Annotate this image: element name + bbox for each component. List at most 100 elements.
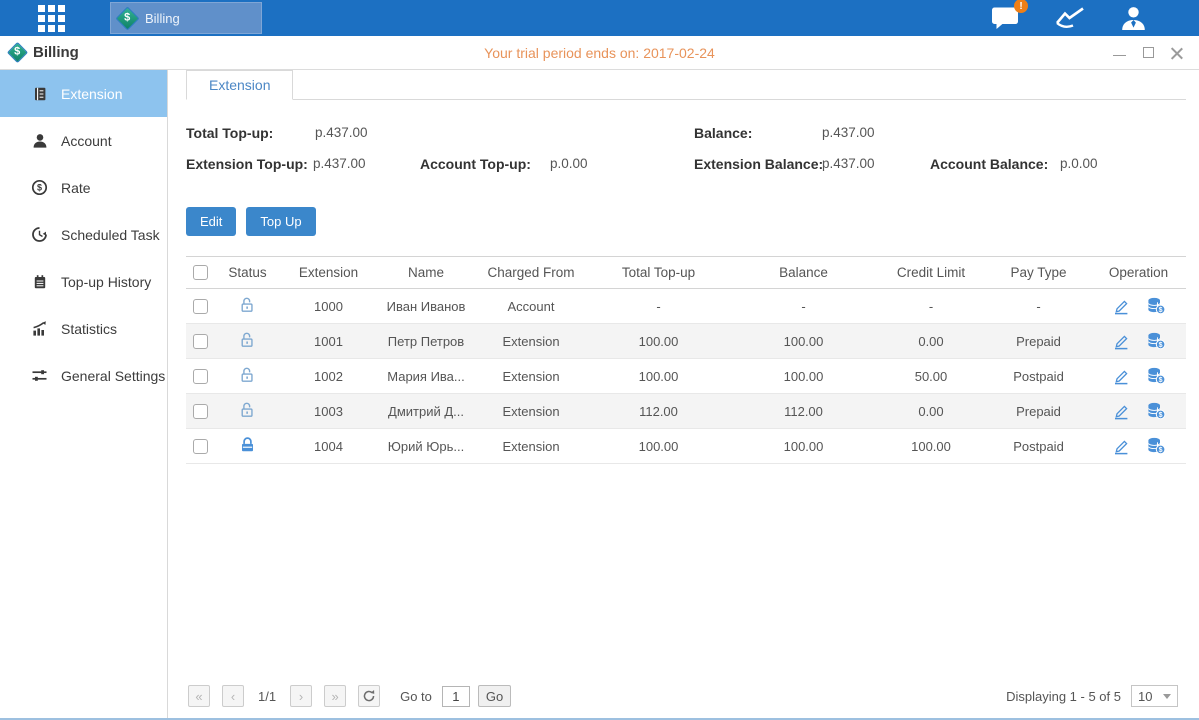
window-titlebar: $ Billing Your trial period ends on: 201… bbox=[0, 36, 1199, 70]
next-page-button[interactable]: › bbox=[290, 685, 312, 707]
desktop-topbar: $ Billing ! bbox=[0, 0, 1199, 36]
topup-extension-button[interactable]: $ bbox=[1146, 437, 1166, 455]
person-icon bbox=[1120, 5, 1147, 31]
extension-balance-value: p.437.00 bbox=[822, 156, 875, 171]
pay-type-cell: - bbox=[986, 289, 1091, 324]
resource-monitor-button[interactable] bbox=[1054, 5, 1086, 31]
edit-button[interactable]: Edit bbox=[186, 207, 236, 236]
extension-topup-label: Extension Top-up: bbox=[186, 156, 308, 172]
row-checkbox[interactable] bbox=[193, 299, 208, 314]
billing-window: $ Billing ! bbox=[0, 0, 1199, 720]
row-checkbox[interactable] bbox=[193, 369, 208, 384]
prev-page-button[interactable]: ‹ bbox=[222, 685, 244, 707]
sidebar-item-general-settings[interactable]: General Settings bbox=[0, 352, 167, 399]
lock-open-icon bbox=[239, 401, 256, 419]
row-checkbox[interactable] bbox=[193, 439, 208, 454]
table-row: 1001Петр ПетровExtension100.00100.000.00… bbox=[186, 324, 1186, 359]
sidebar-item-top-up-history[interactable]: Top-up History bbox=[0, 258, 167, 305]
name-cell: Дмитрий Д... bbox=[376, 394, 476, 429]
table-row: 1002Мария Ива...Extension100.00100.0050.… bbox=[186, 359, 1186, 394]
account-topup-value: p.0.00 bbox=[550, 156, 588, 171]
select-all-checkbox[interactable] bbox=[193, 265, 208, 280]
sidebar-item-extension[interactable]: Extension bbox=[0, 70, 167, 117]
sidebar: Extension Account $ Rate Scheduled Task Top-u… bbox=[0, 70, 168, 718]
tab-extension[interactable]: Extension bbox=[186, 70, 293, 100]
column-header-name: Name bbox=[376, 257, 476, 289]
history-icon bbox=[31, 226, 48, 243]
pay-type-cell: Prepaid bbox=[986, 394, 1091, 429]
person-icon bbox=[31, 132, 48, 149]
row-checkbox[interactable] bbox=[193, 334, 208, 349]
credit-limit-cell: 100.00 bbox=[876, 429, 986, 464]
name-cell: Юрий Юрь... bbox=[376, 429, 476, 464]
topup-extension-button[interactable]: $ bbox=[1146, 367, 1166, 385]
sidebar-item-statistics[interactable]: Statistics bbox=[0, 305, 167, 352]
balance-cell: 100.00 bbox=[731, 359, 876, 394]
chevron-down-icon bbox=[1163, 694, 1171, 699]
goto-page-input[interactable] bbox=[442, 686, 470, 707]
name-cell: Петр Петров bbox=[376, 324, 476, 359]
maximize-button[interactable] bbox=[1143, 47, 1154, 58]
edit-extension-button[interactable] bbox=[1112, 298, 1130, 315]
edit-extension-button[interactable] bbox=[1112, 438, 1130, 455]
edit-extension-button[interactable] bbox=[1112, 333, 1130, 350]
goto-label: Go to bbox=[400, 689, 432, 704]
page-indicator: 1/1 bbox=[258, 689, 276, 704]
topup-extension-button[interactable]: $ bbox=[1146, 297, 1166, 315]
extensions-table: StatusExtensionNameCharged FromTotal Top… bbox=[186, 256, 1186, 464]
sidebar-item-label: Extension bbox=[61, 86, 122, 102]
table-row: 1004Юрий Юрь...Extension100.00100.00100.… bbox=[186, 429, 1186, 464]
go-button[interactable]: Go bbox=[478, 685, 511, 707]
top-up-button[interactable]: Top Up bbox=[246, 207, 315, 236]
row-checkbox[interactable] bbox=[193, 404, 208, 419]
displaying-text: Displaying 1 - 5 of 5 bbox=[1006, 689, 1121, 704]
extension-cell: 1001 bbox=[281, 324, 376, 359]
sidebar-item-label: Account bbox=[61, 133, 112, 149]
table-row: 1003Дмитрий Д...Extension112.00112.000.0… bbox=[186, 394, 1186, 429]
minimize-button[interactable] bbox=[1113, 55, 1126, 56]
sidebar-item-label: Statistics bbox=[61, 321, 117, 337]
account-topup-label: Account Top-up: bbox=[420, 156, 531, 172]
last-page-button[interactable]: » bbox=[324, 685, 346, 707]
edit-extension-button[interactable] bbox=[1112, 403, 1130, 420]
line-chart-icon bbox=[1054, 5, 1086, 31]
pay-type-cell: Postpaid bbox=[986, 429, 1091, 464]
topup-extension-button[interactable]: $ bbox=[1146, 332, 1166, 350]
sidebar-item-label: Rate bbox=[61, 180, 91, 196]
extension-topup-value: p.437.00 bbox=[313, 156, 366, 171]
first-page-button[interactable]: « bbox=[188, 685, 210, 707]
close-button[interactable] bbox=[1171, 47, 1183, 59]
pay-type-cell: Postpaid bbox=[986, 359, 1091, 394]
charged-from-cell: Account bbox=[476, 289, 586, 324]
notifications-button[interactable]: ! bbox=[991, 6, 1020, 30]
edit-extension-button[interactable] bbox=[1112, 368, 1130, 385]
charged-from-cell: Extension bbox=[476, 394, 586, 429]
topup-extension-button[interactable]: $ bbox=[1146, 402, 1166, 420]
page-size-select[interactable]: 10 bbox=[1131, 685, 1178, 707]
credit-limit-cell: 0.00 bbox=[876, 394, 986, 429]
refresh-button[interactable] bbox=[358, 685, 380, 707]
sidebar-item-label: Top-up History bbox=[61, 274, 151, 290]
rate-icon: $ bbox=[31, 179, 48, 196]
column-header-status: Status bbox=[214, 257, 281, 289]
sidebar-item-rate[interactable]: $ Rate bbox=[0, 164, 167, 211]
table-header-row: StatusExtensionNameCharged FromTotal Top… bbox=[186, 257, 1186, 289]
billing-app-icon: $ bbox=[115, 6, 139, 30]
notepad-icon bbox=[31, 273, 48, 290]
column-header-charged-from: Charged From bbox=[476, 257, 586, 289]
page-title: Billing bbox=[33, 44, 79, 61]
extension-balance-label: Extension Balance: bbox=[694, 156, 823, 172]
main-menu-grid-icon[interactable] bbox=[38, 5, 65, 32]
column-header-credit-limit: Credit Limit bbox=[876, 257, 986, 289]
sidebar-item-account[interactable]: Account bbox=[0, 117, 167, 164]
sidebar-item-scheduled-task[interactable]: Scheduled Task bbox=[0, 211, 167, 258]
extension-cell: 1003 bbox=[281, 394, 376, 429]
refresh-icon bbox=[362, 689, 376, 703]
billing-title-icon: $ bbox=[7, 42, 28, 63]
billing-summary: Total Top-up: p.437.00 Balance: p.437.00… bbox=[186, 119, 1186, 181]
user-account-button[interactable] bbox=[1120, 5, 1147, 31]
total-topup-label: Total Top-up: bbox=[186, 125, 273, 141]
taskbar-billing-button[interactable]: $ Billing bbox=[110, 2, 262, 34]
sidebar-item-label: General Settings bbox=[61, 368, 165, 384]
credit-limit-cell: - bbox=[876, 289, 986, 324]
